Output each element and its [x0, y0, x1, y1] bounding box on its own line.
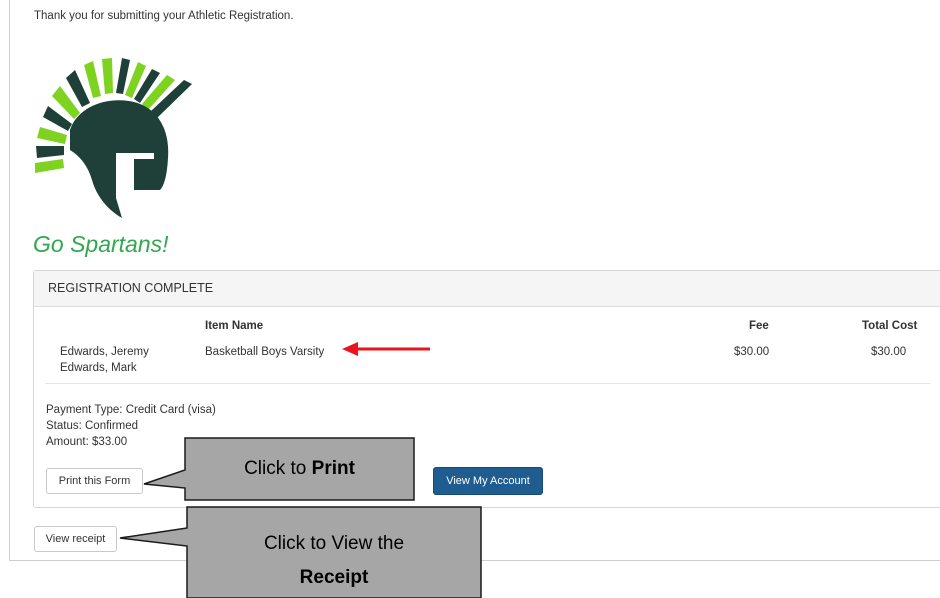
- callout-shapes: [119, 437, 482, 598]
- receipt-callout: Click to View the Receipt: [187, 524, 481, 598]
- print-callout: Click to Print: [185, 458, 414, 480]
- receipt-callout-bold: Receipt: [299, 567, 369, 588]
- print-callout-text: Click to: [244, 458, 312, 479]
- print-callout-bold: Print: [311, 458, 355, 479]
